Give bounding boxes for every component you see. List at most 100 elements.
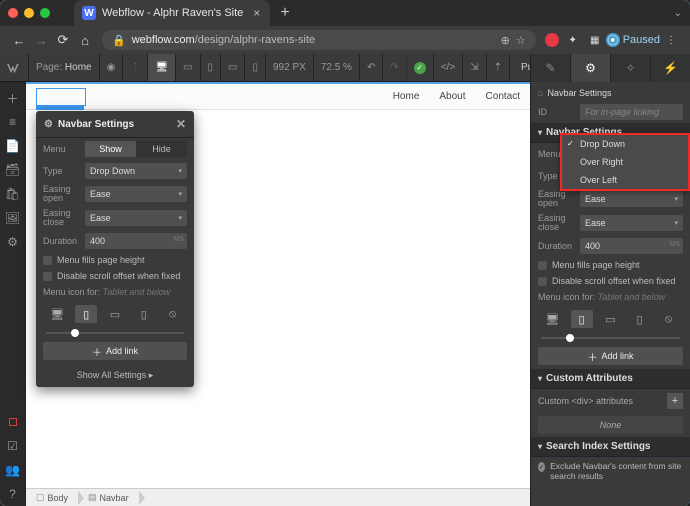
bp-none-icon[interactable]: ⦸: [162, 305, 184, 323]
tab-close-icon[interactable]: ×: [253, 6, 260, 20]
home-icon[interactable]: ⌂: [538, 88, 543, 98]
p-slider[interactable]: [36, 328, 194, 338]
menu-hide[interactable]: Hide: [136, 141, 187, 157]
ext-adblock-icon[interactable]: [545, 33, 559, 47]
star-icon[interactable]: ☆: [516, 34, 526, 47]
menu-toggle[interactable]: Show Hide: [85, 141, 187, 157]
tab-settings[interactable]: ⚙: [571, 54, 611, 82]
team-icon[interactable]: 👥: [0, 458, 26, 482]
bp-desktop-icon[interactable]: 🖥: [542, 310, 564, 328]
bp-tablet-land-icon[interactable]: ▭: [104, 305, 126, 323]
crumb-body[interactable]: ▢Body: [26, 489, 78, 506]
pages-icon[interactable]: 📄: [0, 134, 26, 158]
crumb-navbar[interactable]: ▤Navbar: [78, 489, 139, 506]
nav-back-icon[interactable]: ←: [10, 33, 28, 48]
tab-style[interactable]: ✎: [531, 54, 571, 82]
canvas-zoom[interactable]: 72.5 %: [314, 54, 360, 81]
dropdown-item[interactable]: Drop Down: [562, 135, 688, 153]
new-tab-button[interactable]: +: [280, 4, 289, 22]
redo-icon[interactable]: ↷: [383, 54, 406, 81]
reload-icon[interactable]: ⟳: [54, 32, 72, 48]
p-fills-check[interactable]: Menu fills page height: [36, 252, 194, 268]
device-tablet-land[interactable]: ▭: [221, 54, 245, 81]
nav-link[interactable]: About: [439, 91, 465, 102]
type-select[interactable]: Drop Down▾: [85, 163, 187, 179]
bp-phone-icon[interactable]: ▯: [629, 310, 651, 328]
bp-tablet-icon[interactable]: ▯: [571, 310, 593, 328]
code-icon[interactable]: </>: [434, 54, 463, 81]
help-icon[interactable]: ?: [0, 482, 26, 506]
share-icon[interactable]: ⇡: [487, 54, 510, 81]
add-attribute-button[interactable]: +: [667, 393, 683, 409]
nav-link[interactable]: Contact: [486, 91, 520, 102]
tabs-overflow-icon[interactable]: ⌄: [674, 8, 682, 19]
exclude-row[interactable]: ✓ Exclude Navbar's content from site sea…: [531, 457, 690, 485]
cms-icon[interactable]: 🗃: [0, 158, 26, 182]
audit-icon[interactable]: ☑: [0, 434, 26, 458]
nav-fwd-icon[interactable]: →: [32, 33, 50, 48]
settings-icon[interactable]: ⚙: [0, 230, 26, 254]
ecommerce-icon[interactable]: 🛍: [0, 182, 26, 206]
browser-tab[interactable]: W Webflow - Alphr Raven's Site ×: [74, 0, 270, 26]
record-icon[interactable]: [0, 410, 26, 434]
close-popup-icon[interactable]: ✕: [176, 117, 186, 131]
ext-puzzle-icon[interactable]: ✦: [565, 32, 581, 48]
section-custom-attributes[interactable]: ▾Custom Attributes: [531, 369, 690, 389]
bp-none-icon[interactable]: ⦸: [658, 310, 680, 328]
easing-close-select[interactable]: Ease▾: [85, 210, 187, 226]
canvas-navbar[interactable]: Home About Contact: [26, 84, 530, 110]
add-link-button[interactable]: ＋Add link: [538, 347, 683, 365]
device-laptop[interactable]: ▭: [176, 54, 200, 81]
dropdown-item[interactable]: Over Left: [562, 171, 688, 189]
r-fills-check[interactable]: Menu fills page height: [531, 257, 690, 273]
bp-tablet-icon[interactable]: ▯: [75, 305, 97, 323]
easing-close-select[interactable]: Ease▾: [580, 215, 683, 231]
tab-effects[interactable]: ⚡: [651, 54, 690, 82]
bp-desktop-icon[interactable]: 🖥: [46, 305, 68, 323]
device-tablet[interactable]: ▯: [201, 54, 222, 81]
p-scroll-check[interactable]: Disable scroll offset when fixed: [36, 268, 194, 284]
status-ok-icon[interactable]: ✓: [407, 54, 434, 81]
r-scroll-check[interactable]: Disable scroll offset when fixed: [531, 273, 690, 289]
add-element-icon[interactable]: ＋: [0, 86, 26, 110]
url-host: webflow.com: [132, 34, 195, 46]
show-all-settings[interactable]: Show All Settings ▸: [36, 364, 194, 387]
selection-box: [36, 88, 86, 106]
home-icon[interactable]: ⌂: [76, 33, 94, 48]
export-icon[interactable]: ⇲: [463, 54, 486, 81]
tab-interactions[interactable]: ✧: [611, 54, 651, 82]
menu-show[interactable]: Show: [85, 141, 136, 157]
preview-icon[interactable]: ◉: [100, 54, 124, 81]
section-search-index[interactable]: ▾Search Index Settings: [531, 437, 690, 457]
device-phone[interactable]: ▯: [245, 54, 266, 81]
popup-title: Navbar Settings: [58, 119, 134, 130]
add-link-button[interactable]: ＋Add link: [43, 342, 187, 360]
device-desktop[interactable]: 🖥: [148, 54, 176, 81]
easing-open-select[interactable]: Ease▾: [580, 191, 683, 207]
mac-min-icon[interactable]: [24, 8, 34, 18]
slider-knob-icon[interactable]: [566, 334, 574, 342]
nav-link[interactable]: Home: [393, 91, 420, 102]
r-slider[interactable]: [531, 333, 690, 343]
profile-paused[interactable]: ⦿ Paused: [606, 33, 660, 47]
page-selector[interactable]: Page: Home: [29, 54, 100, 81]
mac-max-icon[interactable]: [40, 8, 50, 18]
navigator-icon[interactable]: ≡: [0, 110, 26, 134]
duration-input[interactable]: 400MS: [85, 233, 187, 249]
dropdown-item[interactable]: Over Right: [562, 153, 688, 171]
bp-phone-icon[interactable]: ▯: [133, 305, 155, 323]
undo-icon[interactable]: ↶: [360, 54, 383, 81]
mac-close-icon[interactable]: [8, 8, 18, 18]
url-input[interactable]: 🔒 webflow.com/design/alphr-ravens-site ⊕…: [102, 30, 536, 50]
chrome-menu-icon[interactable]: ⋮: [663, 32, 679, 48]
bp-tablet-land-icon[interactable]: ▭: [600, 310, 622, 328]
canvas-width[interactable]: 992 PX: [266, 54, 314, 81]
assets-icon[interactable]: 🖼: [0, 206, 26, 230]
webflow-logo[interactable]: [0, 54, 29, 81]
selection-handle[interactable]: [36, 106, 84, 110]
ext-grid-icon[interactable]: ▦: [587, 32, 603, 48]
easing-open-select[interactable]: Ease▾: [85, 186, 187, 202]
duration-input[interactable]: 400MS: [580, 238, 683, 254]
id-input[interactable]: For in-page linking: [580, 104, 683, 120]
install-app-icon[interactable]: ⊕: [501, 34, 510, 47]
